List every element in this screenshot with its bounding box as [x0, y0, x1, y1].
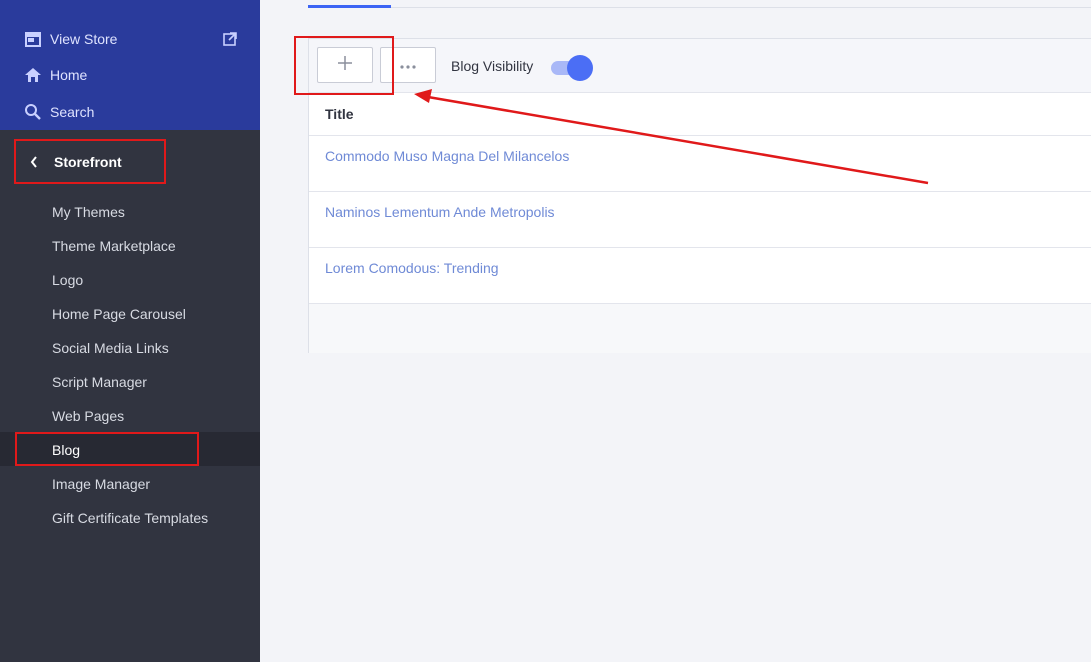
blog-posts-panel: Blog Visibility Title Commodo Muso Magna…	[308, 38, 1091, 353]
table-row: Commodo Muso Magna Del Milancelos	[309, 136, 1091, 192]
search-icon	[24, 103, 42, 121]
sidebar-item-logo[interactable]: Logo	[52, 269, 83, 291]
nav-label: Home	[50, 67, 88, 83]
sidebar-top-nav: View Store Home Search	[0, 0, 260, 130]
store-icon	[24, 30, 42, 48]
sidebar-item-my-themes[interactable]: My Themes	[52, 201, 125, 223]
nav-label: Search	[50, 104, 95, 120]
table-footer	[309, 304, 1091, 353]
chevron-left-icon	[30, 155, 40, 169]
sidebar-item-script-manager[interactable]: Script Manager	[52, 371, 147, 393]
post-title-link[interactable]: Commodo Muso Magna Del Milancelos	[325, 148, 569, 164]
sidebar: View Store Home Search Storefront My The…	[0, 0, 260, 662]
ellipsis-icon	[400, 56, 416, 74]
toolbar: Blog Visibility	[309, 39, 1091, 93]
active-tab-indicator	[308, 5, 391, 8]
nav-label: View Store	[50, 31, 118, 47]
annotation-box-blog	[15, 432, 199, 466]
section-label: Storefront	[54, 153, 122, 170]
annotation-box-add-button	[294, 36, 394, 95]
post-title-link[interactable]: Lorem Comodous: Trending	[325, 260, 499, 276]
nav-view-store[interactable]: View Store	[24, 27, 117, 51]
sidebar-item-gift-certificate-templates[interactable]: Gift Certificate Templates	[52, 507, 208, 529]
toggle-knob[interactable]	[567, 55, 593, 81]
sidebar-item-social-media-links[interactable]: Social Media Links	[52, 337, 169, 359]
nav-home[interactable]: Home	[24, 63, 87, 87]
sidebar-item-image-manager[interactable]: Image Manager	[52, 473, 150, 495]
sidebar-item-theme-marketplace[interactable]: Theme Marketplace	[52, 235, 176, 257]
storefront-back-button[interactable]: Storefront	[14, 139, 166, 184]
blog-visibility-label: Blog Visibility	[451, 58, 534, 74]
table-row: Lorem Comodous: Trending	[309, 248, 1091, 304]
table-header: Title	[309, 93, 1091, 136]
column-title-header[interactable]: Title	[325, 106, 354, 122]
tab-divider	[391, 7, 1091, 8]
nav-search[interactable]: Search	[24, 100, 94, 124]
sidebar-item-home-page-carousel[interactable]: Home Page Carousel	[52, 303, 186, 325]
table-row: Naminos Lementum Ande Metropolis	[309, 192, 1091, 248]
sidebar-item-web-pages[interactable]: Web Pages	[52, 405, 124, 427]
post-title-link[interactable]: Naminos Lementum Ande Metropolis	[325, 204, 555, 220]
external-link-icon[interactable]	[222, 31, 238, 47]
home-icon	[24, 66, 42, 84]
